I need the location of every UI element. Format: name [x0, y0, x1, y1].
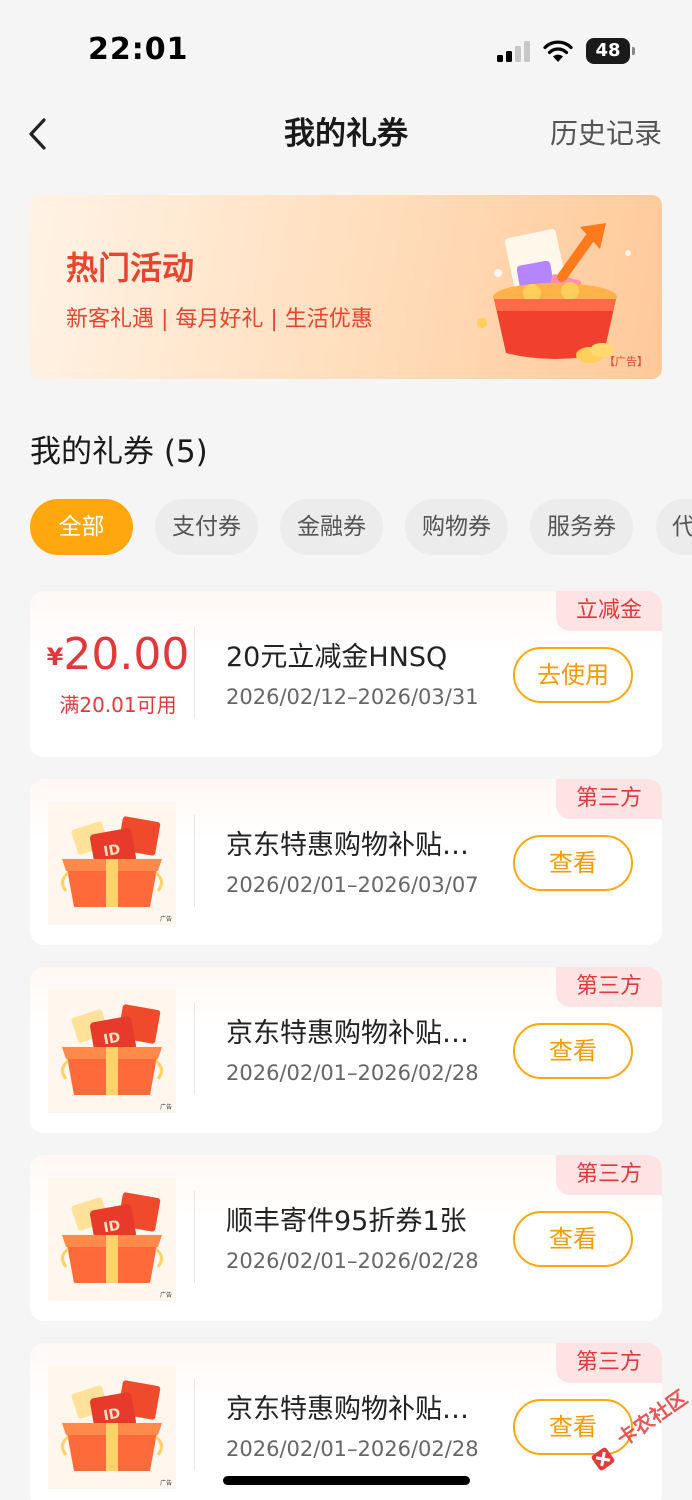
gift-box-icon: ID 广告	[48, 1365, 176, 1489]
battery-icon: 48	[586, 38, 636, 64]
coupon-card[interactable]: 第三方 ID 广告 京东特惠购物补贴… 2026/02/01–2026/02/2…	[30, 967, 662, 1133]
use-button[interactable]: 去使用	[513, 647, 633, 703]
tab-shopping[interactable]: 购物券	[405, 499, 508, 555]
coupon-tag: 第三方	[556, 779, 662, 819]
tab-more[interactable]: 代	[656, 499, 692, 555]
coupon-tag: 立减金	[556, 591, 662, 631]
divider	[194, 1003, 195, 1095]
gift-box-icon: ID 广告	[48, 989, 176, 1113]
svg-text:ID: ID	[102, 842, 121, 861]
coupon-date: 2026/02/01–2026/02/28	[226, 1249, 479, 1273]
promo-banner[interactable]: 热门活动 新客礼遇 | 每月好礼 | 生活优惠 【广告】	[30, 195, 662, 379]
svg-text:ID: ID	[102, 1218, 121, 1237]
coupon-name: 20元立减金HNSQ	[226, 642, 448, 673]
category-tabs: 全部 支付券 金融券 购物券 服务券 代	[30, 499, 692, 555]
view-button[interactable]: 查看	[513, 1211, 633, 1267]
coupon-name: 京东特惠购物补贴…	[226, 830, 469, 861]
amount-value: 20.00	[63, 629, 190, 680]
ad-label: 【广告】	[604, 355, 648, 368]
coupon-tag: 第三方	[556, 1155, 662, 1195]
svg-text:ID: ID	[102, 1030, 121, 1049]
history-link[interactable]: 历史记录	[550, 112, 662, 156]
divider	[194, 1191, 195, 1283]
coupon-card[interactable]: 第三方 ID 广告 京东特惠购物补贴… 2026/02/01–2026/03/0…	[30, 779, 662, 945]
coupon-tag: 第三方	[556, 1343, 662, 1383]
view-button[interactable]: 查看	[513, 1023, 633, 1079]
banner-title: 热门活动	[66, 249, 195, 287]
coupon-date: 2026/02/12–2026/03/31	[226, 685, 479, 709]
coupon-card[interactable]: 立减金 ¥20.00 满20.01可用 20元立减金HNSQ 2026/02/1…	[30, 591, 662, 757]
divider	[194, 1379, 195, 1471]
coupon-card[interactable]: 第三方 ID 广告 顺丰寄件95折券1张 2026/02/01–2026/02/…	[30, 1155, 662, 1321]
battery-level: 48	[595, 40, 621, 61]
gift-box-icon: ID 广告	[48, 1177, 176, 1301]
currency-symbol: ¥	[46, 643, 64, 671]
coupon-tag: 第三方	[556, 967, 662, 1007]
tab-all[interactable]: 全部	[30, 499, 133, 555]
tab-payment[interactable]: 支付券	[155, 499, 258, 555]
section-title: 我的礼券 (5)	[30, 434, 208, 470]
coupon-date: 2026/02/01–2026/02/28	[226, 1061, 479, 1085]
gift-box-icon: ID 广告	[48, 801, 176, 925]
wifi-icon	[543, 40, 573, 62]
red-basket-icon	[477, 223, 631, 363]
svg-text:ID: ID	[102, 1406, 121, 1425]
coupon-name: 顺丰寄件95折券1张	[226, 1206, 467, 1237]
svg-text:广告: 广告	[160, 1103, 172, 1111]
coupon-name: 京东特惠购物补贴…	[226, 1018, 469, 1049]
coupon-date: 2026/02/01–2026/02/28	[226, 1437, 479, 1461]
status-bar: 22:01 48	[0, 0, 692, 100]
coupon-name: 京东特惠购物补贴…	[226, 1394, 469, 1425]
banner-subtitle: 新客礼遇 | 每月好礼 | 生活优惠	[66, 307, 373, 332]
home-indicator	[223, 1476, 470, 1485]
divider	[194, 627, 195, 719]
svg-text:广告: 广告	[160, 915, 172, 923]
tab-service[interactable]: 服务券	[530, 499, 633, 555]
svg-text:广告: 广告	[160, 1479, 172, 1487]
divider	[194, 815, 195, 907]
cellular-signal-icon	[497, 41, 530, 62]
tab-finance[interactable]: 金融券	[280, 499, 383, 555]
coupon-amount: ¥20.00	[42, 629, 194, 680]
coupon-date: 2026/02/01–2026/03/07	[226, 873, 479, 897]
view-button[interactable]: 查看	[513, 835, 633, 891]
coupon-condition: 满20.01可用	[59, 693, 177, 717]
svg-text:广告: 广告	[160, 1291, 172, 1299]
status-time: 22:01	[88, 32, 189, 67]
